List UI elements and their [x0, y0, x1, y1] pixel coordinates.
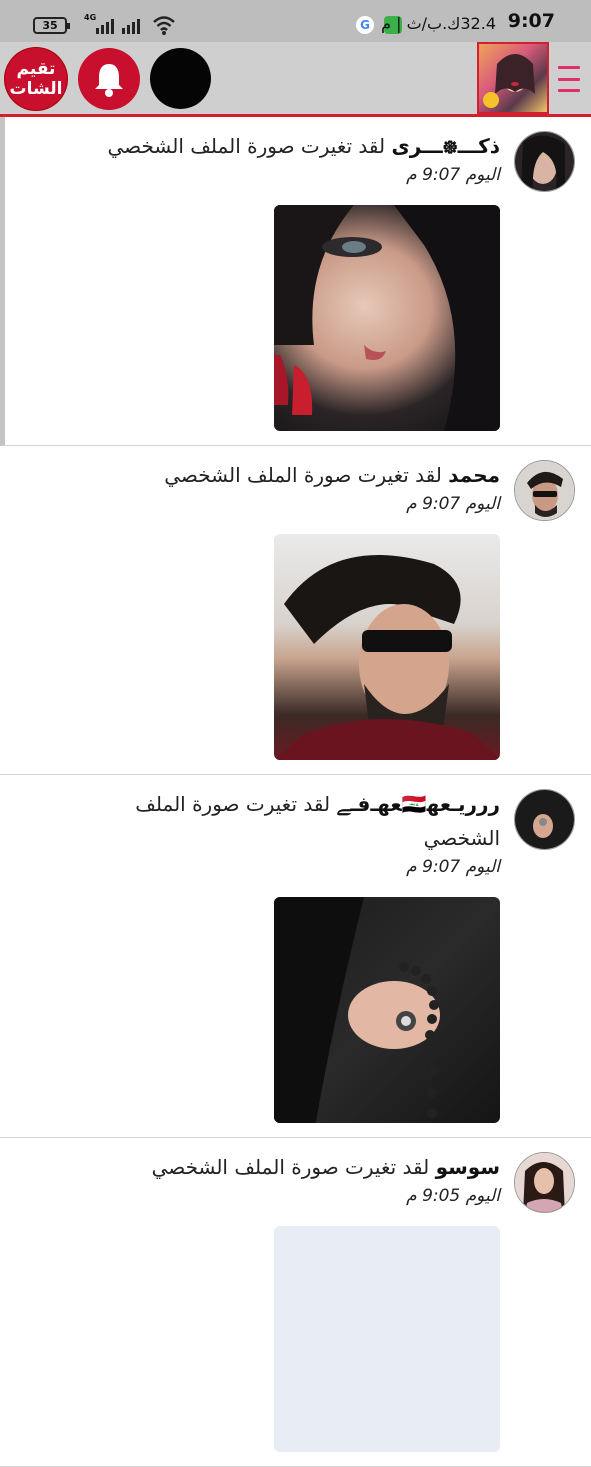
wifi-icon	[153, 16, 175, 35]
message-text: لقد تغيرت صورة الملف الشخصي	[164, 463, 449, 487]
photo-art	[274, 205, 500, 431]
message-text: لقد تغيرت صورة الملف الشخصي	[107, 134, 392, 158]
status-circle-button[interactable]	[150, 48, 211, 109]
user-name[interactable]: ذكـــ᪥ـــرى	[391, 134, 500, 158]
feed-item: ذكـــ᪥ـــرى لقد تغيرت صورة الملف الشخصي …	[0, 117, 591, 446]
post-message: ﺭﺭﺭﻳـﻌﮭ🇮🇶ﻌﮭـﻓـﮯ لقد تغيرت صورة الملف الش…	[70, 787, 500, 855]
rate-chat-label: تقيم الشات	[9, 59, 63, 99]
network-type: 4G	[84, 13, 97, 22]
feed-item: محمد لقد تغيرت صورة الملف الشخصي اليوم 9…	[0, 446, 591, 775]
user-avatar[interactable]	[514, 789, 575, 850]
photo-art	[274, 897, 440, 1123]
user-name[interactable]: ﺭﺭﺭﻳـﻌﮭ🇮🇶ﻌﮭـﻓـﮯ	[336, 792, 500, 816]
timestamp: اليوم 9:07 م	[406, 857, 500, 877]
profile-photo-image[interactable]	[274, 1226, 500, 1452]
profile-photo-image[interactable]	[274, 534, 500, 760]
timestamp: اليوم 9:07 م	[406, 494, 500, 514]
signal-icon	[96, 16, 114, 34]
user-avatar[interactable]	[514, 460, 575, 521]
profile-photo-image[interactable]	[274, 205, 500, 431]
network-speed: 32.4ك.ب/ث | م	[381, 14, 496, 33]
profile-photo	[483, 54, 535, 108]
feed-item: ﺭﺭﺭﻳـﻌﮭ🇮🇶ﻌﮭـﻓـﮯ لقد تغيرت صورة الملف الش…	[0, 775, 591, 1138]
avatar-image	[515, 790, 574, 849]
rate-chat-button[interactable]: تقيم الشات	[5, 48, 67, 110]
message-text: لقد تغيرت صورة الملف الشخصي	[151, 1155, 436, 1179]
activity-feed: ذكـــ᪥ـــرى لقد تغيرت صورة الملف الشخصي …	[0, 117, 591, 1467]
timestamp: اليوم 9:07 م	[406, 165, 500, 185]
bell-icon	[95, 64, 123, 97]
profile-avatar[interactable]	[477, 42, 549, 114]
google-icon: G	[356, 16, 374, 34]
feed-item: سوسو لقد تغيرت صورة الملف الشخصي اليوم 9…	[0, 1138, 591, 1467]
battery-icon: 35	[33, 17, 70, 34]
user-name[interactable]: محمد	[448, 463, 500, 487]
post-message: ذكـــ᪥ـــرى لقد تغيرت صورة الملف الشخصي	[75, 129, 500, 163]
timestamp: اليوم 9:05 م	[406, 1186, 500, 1206]
avatar-image	[515, 1153, 574, 1212]
user-avatar[interactable]	[514, 131, 575, 192]
user-name[interactable]: سوسو	[436, 1155, 500, 1179]
avatar-image	[515, 132, 574, 191]
notifications-button[interactable]	[78, 48, 140, 110]
post-message: سوسو لقد تغيرت صورة الملف الشخصي	[70, 1150, 500, 1184]
menu-icon[interactable]	[558, 66, 580, 92]
avatar-image	[515, 461, 574, 520]
post-message: محمد لقد تغيرت صورة الملف الشخصي	[70, 458, 500, 492]
user-avatar[interactable]	[514, 1152, 575, 1213]
app-header: تقيم الشات	[0, 42, 591, 117]
photo-art	[274, 555, 500, 760]
status-bar: 35 4G G 32.4ك.ب/ث | م 9:07	[0, 0, 591, 42]
profile-photo-image[interactable]	[274, 897, 500, 1123]
clock: 9:07	[507, 10, 555, 32]
signal-icon-2	[122, 16, 140, 34]
